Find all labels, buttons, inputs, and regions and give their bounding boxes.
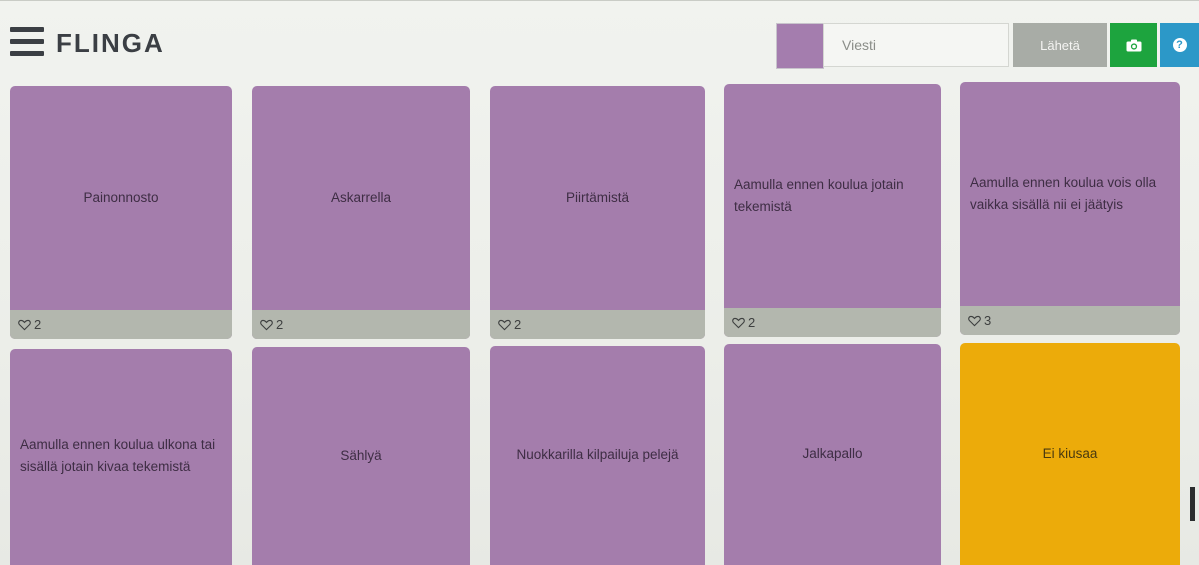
note-card-nuokkarilla[interactable]: Nuokkarilla kilpailuja pelejä <box>490 346 705 565</box>
like-count: 3 <box>984 313 992 328</box>
note-card-aamulla-ulkona[interactable]: Aamulla ennen koulua ulkona tai sisällä … <box>10 349 232 565</box>
brand-logo: FLINGA <box>56 28 165 58</box>
send-button[interactable]: Lähetä <box>1013 23 1107 67</box>
like-button[interactable]: 3 <box>968 313 991 328</box>
heart-icon <box>732 317 745 328</box>
like-count: 2 <box>276 317 284 332</box>
heart-icon <box>18 319 31 330</box>
note-text: Aamulla ennen koulua ulkona tai sisällä … <box>20 437 216 474</box>
note-text: Sählyä <box>340 448 382 463</box>
note-text: Ei kiusaa <box>1042 446 1098 461</box>
screen-edge-object <box>1190 487 1195 521</box>
note-card-ei-kiusaa[interactable]: Ei kiusaa <box>960 343 1180 565</box>
note-text: Nuokkarilla kilpailuja pelejä <box>516 447 679 462</box>
camera-button[interactable] <box>1110 23 1157 67</box>
color-picker-swatch[interactable] <box>776 23 824 69</box>
note-footer: 2 <box>10 310 232 339</box>
hamburger-menu-icon[interactable] <box>10 27 44 57</box>
top-bar: FLINGA Lähetä ? <box>0 0 1199 73</box>
like-count: 2 <box>34 317 42 332</box>
help-button[interactable]: ? <box>1160 23 1199 67</box>
note-footer: 3 <box>960 306 1180 335</box>
like-button[interactable]: 2 <box>732 315 755 330</box>
heart-icon <box>498 319 511 330</box>
note-card-piirtamista[interactable]: Piirtämistä 2 <box>490 86 705 339</box>
note-text: Aamulla ennen koulua vois olla vaikka si… <box>970 175 1157 212</box>
note-card-aamulla-sisalla[interactable]: Aamulla ennen koulua vois olla vaikka si… <box>960 82 1180 335</box>
note-card-jalkapallo[interactable]: Jalkapallo <box>724 344 941 565</box>
note-card-aamulla-tekemista[interactable]: Aamulla ennen koulua jotain tekemistä 2 <box>724 84 941 337</box>
note-text: Piirtämistä <box>565 190 629 205</box>
note-footer: 2 <box>490 310 705 339</box>
like-button[interactable]: 2 <box>260 317 283 332</box>
note-footer: 2 <box>724 308 941 337</box>
message-input[interactable] <box>823 23 1009 67</box>
note-footer: 2 <box>252 310 470 339</box>
note-card-askarrella[interactable]: Askarrella 2 <box>252 86 470 339</box>
like-button[interactable]: 2 <box>18 317 41 332</box>
note-text: Painonnosto <box>83 190 159 205</box>
camera-icon <box>1126 39 1141 51</box>
heart-icon <box>260 319 273 330</box>
like-count: 2 <box>748 315 756 330</box>
flinga-wall-screen: FLINGA Lähetä ? Painonnosto 2 Askarrella <box>0 0 1199 565</box>
heart-icon <box>968 315 981 326</box>
note-text: Jalkapallo <box>802 446 863 461</box>
note-text: Askarrella <box>330 190 392 205</box>
note-card-sahlya[interactable]: Sählyä <box>252 347 470 565</box>
note-card-painonnosto[interactable]: Painonnosto 2 <box>10 86 232 339</box>
help-icon: ? <box>1172 38 1187 52</box>
like-button[interactable]: 2 <box>498 317 521 332</box>
like-count: 2 <box>514 317 522 332</box>
note-text: Aamulla ennen koulua jotain tekemistä <box>734 177 904 214</box>
